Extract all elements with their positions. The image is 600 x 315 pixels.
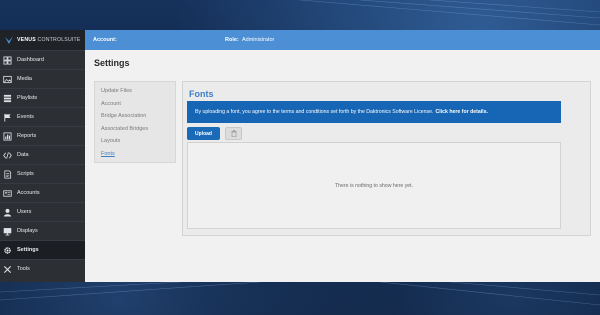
playlist-icon (3, 94, 12, 103)
sidebar-item-scripts[interactable]: Scripts (0, 164, 85, 183)
sidebar-item-accounts[interactable]: Accounts (0, 183, 85, 202)
sidebar-item-users[interactable]: Users (0, 202, 85, 221)
sidebar-item-label: Media (17, 76, 32, 82)
role-label: Role: (225, 37, 239, 43)
sidebar-item-settings[interactable]: Settings (0, 240, 85, 259)
sidebar-item-label: Users (17, 209, 32, 215)
sidebar-item-displays[interactable]: Displays (0, 221, 85, 240)
sidebar-item-label: Accounts (17, 190, 40, 196)
reports-icon (3, 131, 12, 141)
sidebar-item-label: Reports (17, 133, 37, 139)
trash-icon (231, 130, 236, 137)
code-icon (3, 151, 12, 160)
sidebar: VENUS CONTROLSUITE Dashboard Media Playl… (0, 30, 85, 282)
sidebar-item-label: Events (17, 114, 34, 120)
subnav-update-files[interactable]: Update Files (101, 85, 169, 98)
page-title: Settings (94, 58, 130, 68)
user-icon (3, 208, 12, 217)
sidebar-item-label: Tools (17, 266, 30, 272)
subnav-layouts[interactable]: Layouts (101, 135, 169, 148)
image-icon (3, 75, 12, 84)
venus-logo-icon (5, 36, 13, 44)
fonts-panel: Fonts By uploading a font, you agree to … (182, 81, 591, 236)
app-window: VENUS CONTROLSUITE Dashboard Media Playl… (0, 30, 600, 282)
gear-icon (3, 246, 12, 255)
sidebar-item-label: Dashboard (17, 57, 44, 63)
tools-icon (3, 265, 12, 274)
sidebar-item-label: Playlists (17, 95, 38, 101)
sidebar-item-reports[interactable]: Reports (0, 126, 85, 145)
sidebar-item-playlists[interactable]: Playlists (0, 88, 85, 107)
license-details-link[interactable]: Click here for details. (435, 109, 487, 115)
sidebar-item-dashboard[interactable]: Dashboard (0, 50, 85, 69)
main-area: Account: Role: Administrator Settings Up… (85, 30, 600, 282)
panel-title: Fonts (189, 89, 214, 99)
subnav-bridge-association[interactable]: Bridge Association (101, 110, 169, 123)
sidebar-item-tools[interactable]: Tools (0, 259, 85, 278)
sidebar-item-label: Data (17, 152, 29, 158)
sidebar-item-media[interactable]: Media (0, 69, 85, 88)
account-bar: Account: Role: Administrator (85, 30, 600, 50)
brand-name: VENUS CONTROLSUITE (17, 37, 81, 43)
upload-button[interactable]: Upload (187, 127, 220, 140)
sidebar-item-events[interactable]: Events (0, 107, 85, 126)
settings-content: Settings Update Files Account Bridge Ass… (85, 50, 600, 282)
flag-icon (3, 113, 12, 122)
sidebar-item-label: Displays (17, 228, 38, 234)
empty-state-text: There is nothing to show here yet. (334, 182, 414, 189)
fonts-list: There is nothing to show here yet. (187, 142, 561, 229)
account-info: Account: (85, 37, 225, 43)
subnav-account[interactable]: Account (101, 98, 169, 111)
monitor-icon (3, 227, 12, 236)
sidebar-item-label: Scripts (17, 171, 34, 177)
role-info: Role: Administrator (225, 37, 274, 43)
subnav-associated-bridges[interactable]: Associated Bridges (101, 123, 169, 136)
accounts-icon (3, 189, 12, 198)
role-value: Administrator (241, 37, 275, 43)
settings-subnav: Update Files Account Bridge Association … (94, 81, 176, 163)
sidebar-item-label: Settings (17, 247, 39, 253)
notice-text: By uploading a font, you agree to the te… (195, 109, 434, 115)
delete-button[interactable] (225, 127, 242, 140)
dashboard-icon (3, 55, 12, 65)
scripts-icon (3, 169, 12, 179)
account-label: Account: (93, 37, 117, 43)
brand-logo: VENUS CONTROLSUITE (0, 30, 85, 50)
sidebar-item-data[interactable]: Data (0, 145, 85, 164)
license-notice: By uploading a font, you agree to the te… (187, 101, 561, 123)
subnav-fonts[interactable]: Fonts (101, 148, 169, 161)
